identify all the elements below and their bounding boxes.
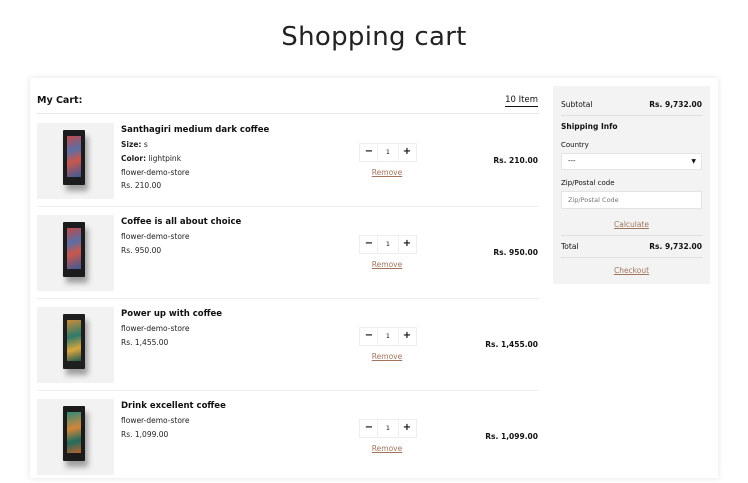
qty-decrease-button[interactable]: − bbox=[361, 237, 377, 251]
product-unit-price: Rs. 210.00 bbox=[121, 181, 162, 190]
cart-item: Drink excellent coffee flower-demo-store… bbox=[37, 391, 539, 483]
remove-link[interactable]: Remove bbox=[359, 352, 415, 361]
product-image[interactable] bbox=[37, 123, 114, 199]
qty-increase-button[interactable]: + bbox=[399, 421, 415, 435]
zip-input[interactable] bbox=[561, 191, 702, 209]
total-row: Total Rs. 9,732.00 bbox=[561, 242, 702, 251]
line-total: Rs. 210.00 bbox=[493, 156, 538, 165]
product-image[interactable] bbox=[37, 215, 114, 291]
country-select[interactable]: --- ▼ bbox=[561, 153, 702, 170]
product-unit-price: Rs. 1,455.00 bbox=[121, 338, 169, 347]
zip-label: Zip/Postal code bbox=[561, 179, 615, 187]
cart-item: Santhagiri medium dark coffee Size: s Co… bbox=[37, 115, 539, 207]
product-unit-price: Rs. 950.00 bbox=[121, 246, 162, 255]
divider bbox=[37, 113, 539, 114]
product-title[interactable]: Drink excellent coffee bbox=[121, 401, 226, 411]
total-value: Rs. 9,732.00 bbox=[649, 242, 702, 251]
cart-item: Coffee is all about choice flower-demo-s… bbox=[37, 207, 539, 299]
product-image[interactable] bbox=[37, 307, 114, 383]
quantity-stepper[interactable]: − 1 + bbox=[359, 419, 417, 438]
cart-header: My Cart: 10 Item bbox=[37, 94, 539, 114]
country-selected-value: --- bbox=[568, 157, 576, 165]
line-total: Rs. 1,455.00 bbox=[485, 340, 538, 349]
divider bbox=[561, 257, 702, 258]
qty-value[interactable]: 1 bbox=[377, 144, 399, 161]
product-title[interactable]: Power up with coffee bbox=[121, 309, 222, 319]
quantity-stepper[interactable]: − 1 + bbox=[359, 327, 417, 346]
quantity-stepper[interactable]: − 1 + bbox=[359, 235, 417, 254]
product-color: Color: lightpink bbox=[121, 154, 182, 163]
qty-increase-button[interactable]: + bbox=[399, 237, 415, 251]
product-title[interactable]: Coffee is all about choice bbox=[121, 217, 241, 227]
product-vendor: flower-demo-store bbox=[121, 168, 190, 177]
qty-value[interactable]: 1 bbox=[377, 420, 399, 437]
product-title[interactable]: Santhagiri medium dark coffee bbox=[121, 125, 269, 135]
checkout-link[interactable]: Checkout bbox=[553, 266, 710, 275]
quantity-stepper[interactable]: − 1 + bbox=[359, 143, 417, 162]
product-unit-price: Rs. 1,099.00 bbox=[121, 430, 169, 439]
qty-decrease-button[interactable]: − bbox=[361, 421, 377, 435]
page-title: Shopping cart bbox=[281, 22, 467, 52]
product-image[interactable] bbox=[37, 399, 114, 475]
product-vendor: flower-demo-store bbox=[121, 232, 190, 241]
cart-item-count[interactable]: 10 Item bbox=[505, 95, 538, 107]
remove-link[interactable]: Remove bbox=[359, 444, 415, 453]
calculate-link[interactable]: Calculate bbox=[553, 220, 710, 229]
product-vendor: flower-demo-store bbox=[121, 416, 190, 425]
order-summary: Subtotal Rs. 9,732.00 Shipping Info Coun… bbox=[553, 86, 710, 284]
product-size: Size: s bbox=[121, 140, 148, 149]
shipping-heading: Shipping Info bbox=[561, 122, 618, 131]
product-vendor: flower-demo-store bbox=[121, 324, 190, 333]
remove-link[interactable]: Remove bbox=[359, 260, 415, 269]
line-total: Rs. 950.00 bbox=[493, 248, 538, 257]
total-label: Total bbox=[561, 242, 579, 251]
cart-item: Power up with coffee flower-demo-store R… bbox=[37, 299, 539, 391]
country-label: Country bbox=[561, 141, 589, 149]
subtotal-value: Rs. 9,732.00 bbox=[649, 100, 702, 109]
caret-down-icon: ▼ bbox=[691, 158, 696, 165]
qty-decrease-button[interactable]: − bbox=[361, 329, 377, 343]
qty-increase-button[interactable]: + bbox=[399, 329, 415, 343]
qty-value[interactable]: 1 bbox=[377, 328, 399, 345]
cart-label: My Cart: bbox=[37, 95, 83, 106]
qty-value[interactable]: 1 bbox=[377, 236, 399, 253]
divider bbox=[561, 115, 702, 116]
subtotal-label: Subtotal bbox=[561, 100, 593, 109]
qty-decrease-button[interactable]: − bbox=[361, 145, 377, 159]
line-total: Rs. 1,099.00 bbox=[485, 432, 538, 441]
remove-link[interactable]: Remove bbox=[359, 168, 415, 177]
qty-increase-button[interactable]: + bbox=[399, 145, 415, 159]
subtotal-row: Subtotal Rs. 9,732.00 bbox=[561, 100, 702, 109]
divider bbox=[561, 235, 702, 236]
